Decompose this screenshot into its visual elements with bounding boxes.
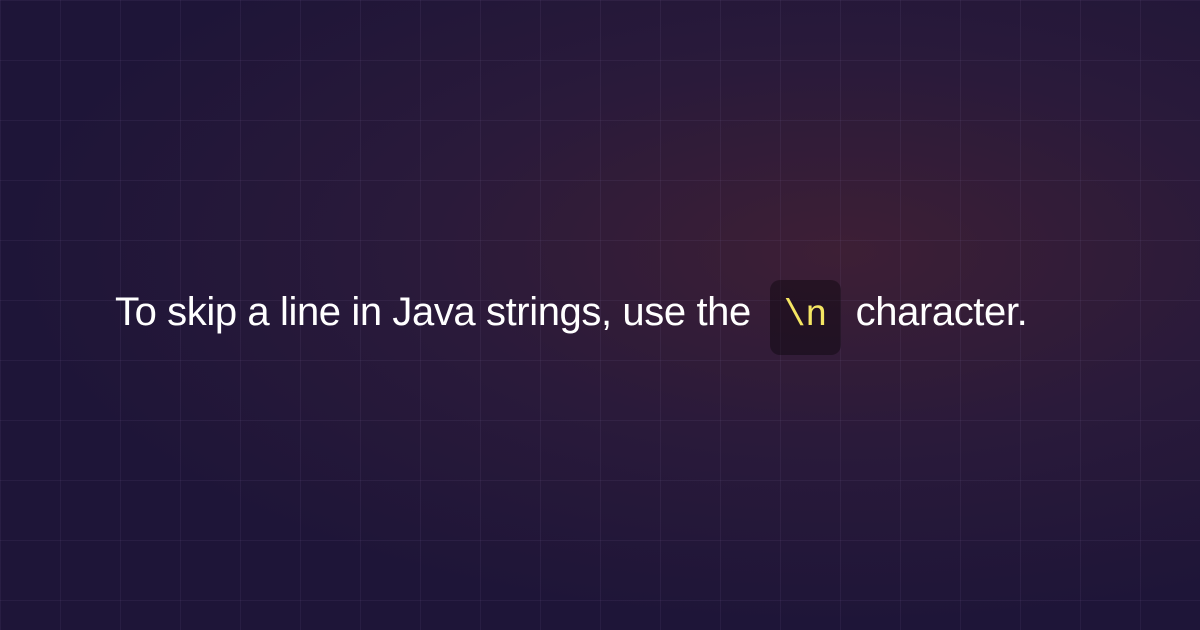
- code-token: \n: [770, 280, 841, 354]
- text-after-code: character.: [845, 290, 1027, 334]
- main-text: To skip a line in Java strings, use the …: [115, 275, 1027, 354]
- text-before-code: To skip a line in Java strings, use the: [115, 290, 762, 334]
